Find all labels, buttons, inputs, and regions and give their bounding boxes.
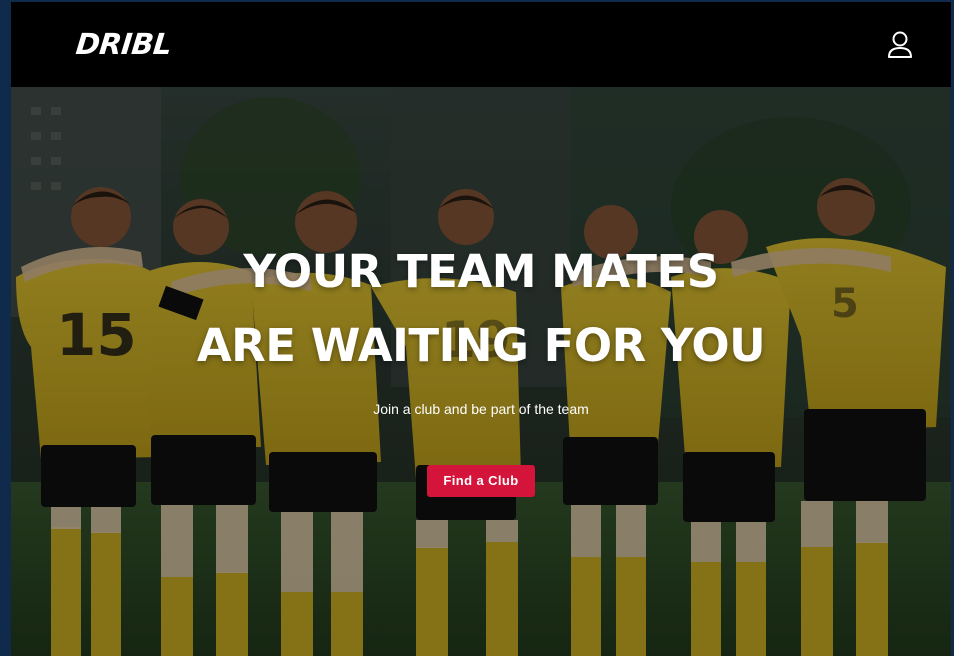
hero-headline-line-2: ARE WAITING FOR YOU <box>196 319 766 372</box>
hero-section: 15 19 5 YOUR TEAM MATES ARE WAITING FOR … <box>11 87 951 656</box>
hero-headline-line-1: YOUR TEAM MATES <box>243 245 719 298</box>
find-a-club-button[interactable]: Find a Club <box>427 465 535 497</box>
hero-subheading: Join a club and be part of the team <box>373 401 589 417</box>
top-navbar: DRIBL <box>11 2 951 87</box>
dribl-logo[interactable]: DRIBL <box>74 26 173 62</box>
app-window: DRIBL 15 19 5 YOUR TEAM MATES ARE WAITIN… <box>11 2 951 656</box>
user-account-button[interactable] <box>884 29 916 61</box>
user-icon <box>888 31 912 58</box>
